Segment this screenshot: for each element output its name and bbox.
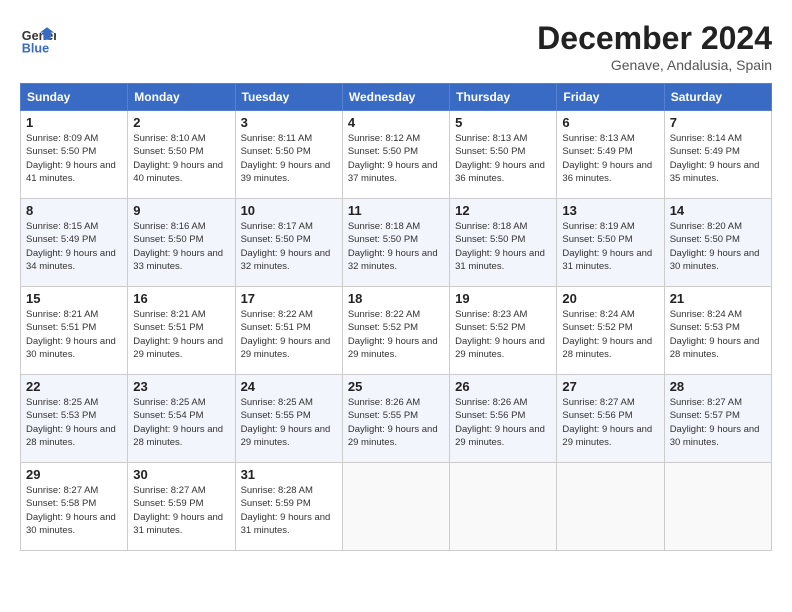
day-25: 25 Sunrise: 8:26 AM Sunset: 5:55 PM Dayl…	[342, 375, 449, 463]
day-22: 22 Sunrise: 8:25 AM Sunset: 5:53 PM Dayl…	[21, 375, 128, 463]
day-18: 18 Sunrise: 8:22 AM Sunset: 5:52 PM Dayl…	[342, 287, 449, 375]
day-29: 29 Sunrise: 8:27 AM Sunset: 5:58 PM Dayl…	[21, 463, 128, 551]
day-17: 17 Sunrise: 8:22 AM Sunset: 5:51 PM Dayl…	[235, 287, 342, 375]
day-6: 6 Sunrise: 8:13 AM Sunset: 5:49 PM Dayli…	[557, 111, 664, 199]
day-20: 20 Sunrise: 8:24 AM Sunset: 5:52 PM Dayl…	[557, 287, 664, 375]
empty-cell-1	[342, 463, 449, 551]
col-sunday: Sunday	[21, 84, 128, 111]
day-30: 30 Sunrise: 8:27 AM Sunset: 5:59 PM Dayl…	[128, 463, 235, 551]
day-23: 23 Sunrise: 8:25 AM Sunset: 5:54 PM Dayl…	[128, 375, 235, 463]
col-thursday: Thursday	[450, 84, 557, 111]
day-21: 21 Sunrise: 8:24 AM Sunset: 5:53 PM Dayl…	[664, 287, 771, 375]
day-26: 26 Sunrise: 8:26 AM Sunset: 5:56 PM Dayl…	[450, 375, 557, 463]
day-8: 8 Sunrise: 8:15 AM Sunset: 5:49 PM Dayli…	[21, 199, 128, 287]
day-24: 24 Sunrise: 8:25 AM Sunset: 5:55 PM Dayl…	[235, 375, 342, 463]
location-subtitle: Genave, Andalusia, Spain	[537, 57, 772, 73]
day-9: 9 Sunrise: 8:16 AM Sunset: 5:50 PM Dayli…	[128, 199, 235, 287]
day-27: 27 Sunrise: 8:27 AM Sunset: 5:56 PM Dayl…	[557, 375, 664, 463]
calendar-table: Sunday Monday Tuesday Wednesday Thursday…	[20, 83, 772, 551]
empty-cell-3	[557, 463, 664, 551]
day-13: 13 Sunrise: 8:19 AM Sunset: 5:50 PM Dayl…	[557, 199, 664, 287]
logo-icon: General Blue	[20, 20, 56, 56]
calendar-week-3: 15 Sunrise: 8:21 AM Sunset: 5:51 PM Dayl…	[21, 287, 772, 375]
calendar-header-row: Sunday Monday Tuesday Wednesday Thursday…	[21, 84, 772, 111]
day-12: 12 Sunrise: 8:18 AM Sunset: 5:50 PM Dayl…	[450, 199, 557, 287]
col-wednesday: Wednesday	[342, 84, 449, 111]
day-14: 14 Sunrise: 8:20 AM Sunset: 5:50 PM Dayl…	[664, 199, 771, 287]
day-16: 16 Sunrise: 8:21 AM Sunset: 5:51 PM Dayl…	[128, 287, 235, 375]
day-10: 10 Sunrise: 8:17 AM Sunset: 5:50 PM Dayl…	[235, 199, 342, 287]
logo: General Blue	[20, 20, 56, 56]
day-3: 3 Sunrise: 8:11 AM Sunset: 5:50 PM Dayli…	[235, 111, 342, 199]
calendar-week-4: 22 Sunrise: 8:25 AM Sunset: 5:53 PM Dayl…	[21, 375, 772, 463]
day-7: 7 Sunrise: 8:14 AM Sunset: 5:49 PM Dayli…	[664, 111, 771, 199]
day-1: 1 Sunrise: 8:09 AM Sunset: 5:50 PM Dayli…	[21, 111, 128, 199]
day-11: 11 Sunrise: 8:18 AM Sunset: 5:50 PM Dayl…	[342, 199, 449, 287]
calendar-week-2: 8 Sunrise: 8:15 AM Sunset: 5:49 PM Dayli…	[21, 199, 772, 287]
month-title: December 2024	[537, 20, 772, 57]
col-tuesday: Tuesday	[235, 84, 342, 111]
col-friday: Friday	[557, 84, 664, 111]
day-28: 28 Sunrise: 8:27 AM Sunset: 5:57 PM Dayl…	[664, 375, 771, 463]
day-19: 19 Sunrise: 8:23 AM Sunset: 5:52 PM Dayl…	[450, 287, 557, 375]
day-4: 4 Sunrise: 8:12 AM Sunset: 5:50 PM Dayli…	[342, 111, 449, 199]
svg-text:Blue: Blue	[22, 41, 49, 55]
title-block: December 2024 Genave, Andalusia, Spain	[537, 20, 772, 73]
calendar-week-1: 1 Sunrise: 8:09 AM Sunset: 5:50 PM Dayli…	[21, 111, 772, 199]
col-saturday: Saturday	[664, 84, 771, 111]
empty-cell-4	[664, 463, 771, 551]
calendar-week-5: 29 Sunrise: 8:27 AM Sunset: 5:58 PM Dayl…	[21, 463, 772, 551]
empty-cell-2	[450, 463, 557, 551]
day-5: 5 Sunrise: 8:13 AM Sunset: 5:50 PM Dayli…	[450, 111, 557, 199]
day-15: 15 Sunrise: 8:21 AM Sunset: 5:51 PM Dayl…	[21, 287, 128, 375]
day-31: 31 Sunrise: 8:28 AM Sunset: 5:59 PM Dayl…	[235, 463, 342, 551]
page-header: General Blue December 2024 Genave, Andal…	[20, 20, 772, 73]
col-monday: Monday	[128, 84, 235, 111]
day-2: 2 Sunrise: 8:10 AM Sunset: 5:50 PM Dayli…	[128, 111, 235, 199]
